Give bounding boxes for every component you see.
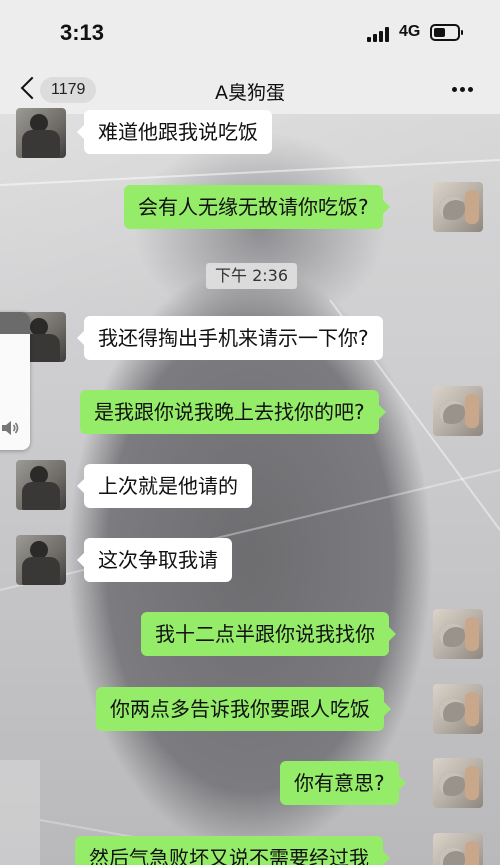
floating-window-header — [0, 312, 30, 334]
my-avatar[interactable] — [433, 684, 483, 734]
contact-avatar[interactable] — [16, 535, 66, 585]
message-bubble-received[interactable]: 上次就是他请的 — [77, 464, 252, 508]
my-avatar[interactable] — [433, 386, 483, 436]
contact-avatar[interactable] — [16, 460, 66, 510]
message-bubble-sent[interactable]: 你有意思? — [280, 761, 406, 805]
my-avatar[interactable] — [433, 758, 483, 808]
unread-count-badge[interactable]: 1179 — [40, 77, 97, 103]
network-type: 4G — [399, 23, 421, 40]
message-bubble-sent[interactable]: 会有人无缘无故请你吃饭? — [124, 185, 390, 229]
status-bar: 3:13 4G — [0, 0, 500, 66]
message-bubble-received[interactable]: 这次争取我请 — [77, 538, 232, 582]
my-avatar[interactable] — [433, 833, 483, 865]
chat-title: A臭狗蛋 — [215, 82, 285, 104]
message-bubble-sent[interactable]: 我十二点半跟你说我找你 — [141, 612, 396, 656]
message-bubble-sent[interactable]: 是我跟你说我晚上去找你的吧? — [80, 390, 386, 434]
my-avatar[interactable] — [433, 182, 483, 232]
message-bubble-received[interactable]: 难道他跟我说吃饭 — [77, 110, 272, 154]
floating-window[interactable] — [0, 312, 30, 450]
signal-icon — [367, 27, 391, 42]
message-bubble-received[interactable]: 我还得掏出手机来请示一下你? — [77, 316, 383, 360]
speaker-icon — [2, 421, 19, 435]
more-dots-icon[interactable] — [448, 87, 478, 95]
message-bubble-sent[interactable]: 然后气急败坏又说不需要经过我 — [75, 836, 390, 865]
my-avatar[interactable] — [433, 609, 483, 659]
chat-header: 1179 A臭狗蛋 — [0, 66, 500, 114]
contact-avatar[interactable] — [16, 108, 66, 158]
battery-icon — [430, 24, 463, 41]
message-timestamp: 下午 2:36 — [206, 263, 298, 289]
status-time: 3:13 — [60, 20, 105, 45]
message-bubble-sent[interactable]: 你两点多告诉我你要跟人吃饭 — [96, 687, 391, 731]
